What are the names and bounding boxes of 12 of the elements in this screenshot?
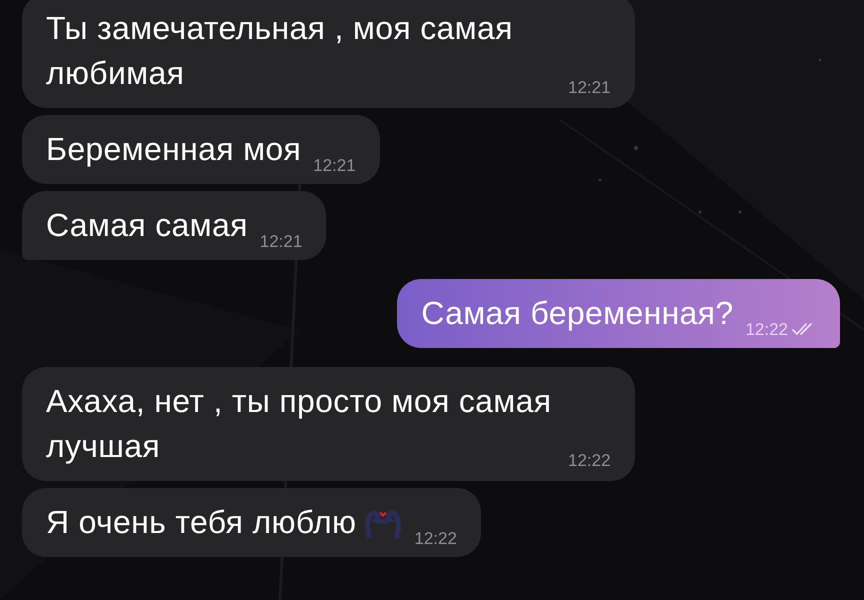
message-time: 12:21 [313, 154, 356, 176]
message-text: Самая беременная? [421, 294, 734, 333]
message-text: Беременная моя [46, 130, 302, 169]
message-time: 12:21 [568, 76, 611, 98]
message-time: 12:22 [414, 528, 457, 550]
message-time: 12:21 [260, 230, 302, 252]
message-text: Я очень тебя люблю [46, 503, 356, 542]
message-text: Ты замечательная , моя самая любимая [46, 9, 514, 93]
message-text: Ахаха, нет , ты просто моя самая лучшая [46, 382, 552, 466]
message-text: Самая самая [46, 206, 248, 245]
message-time: 12:22 [568, 450, 611, 472]
message-time: 12:22 [745, 318, 788, 340]
